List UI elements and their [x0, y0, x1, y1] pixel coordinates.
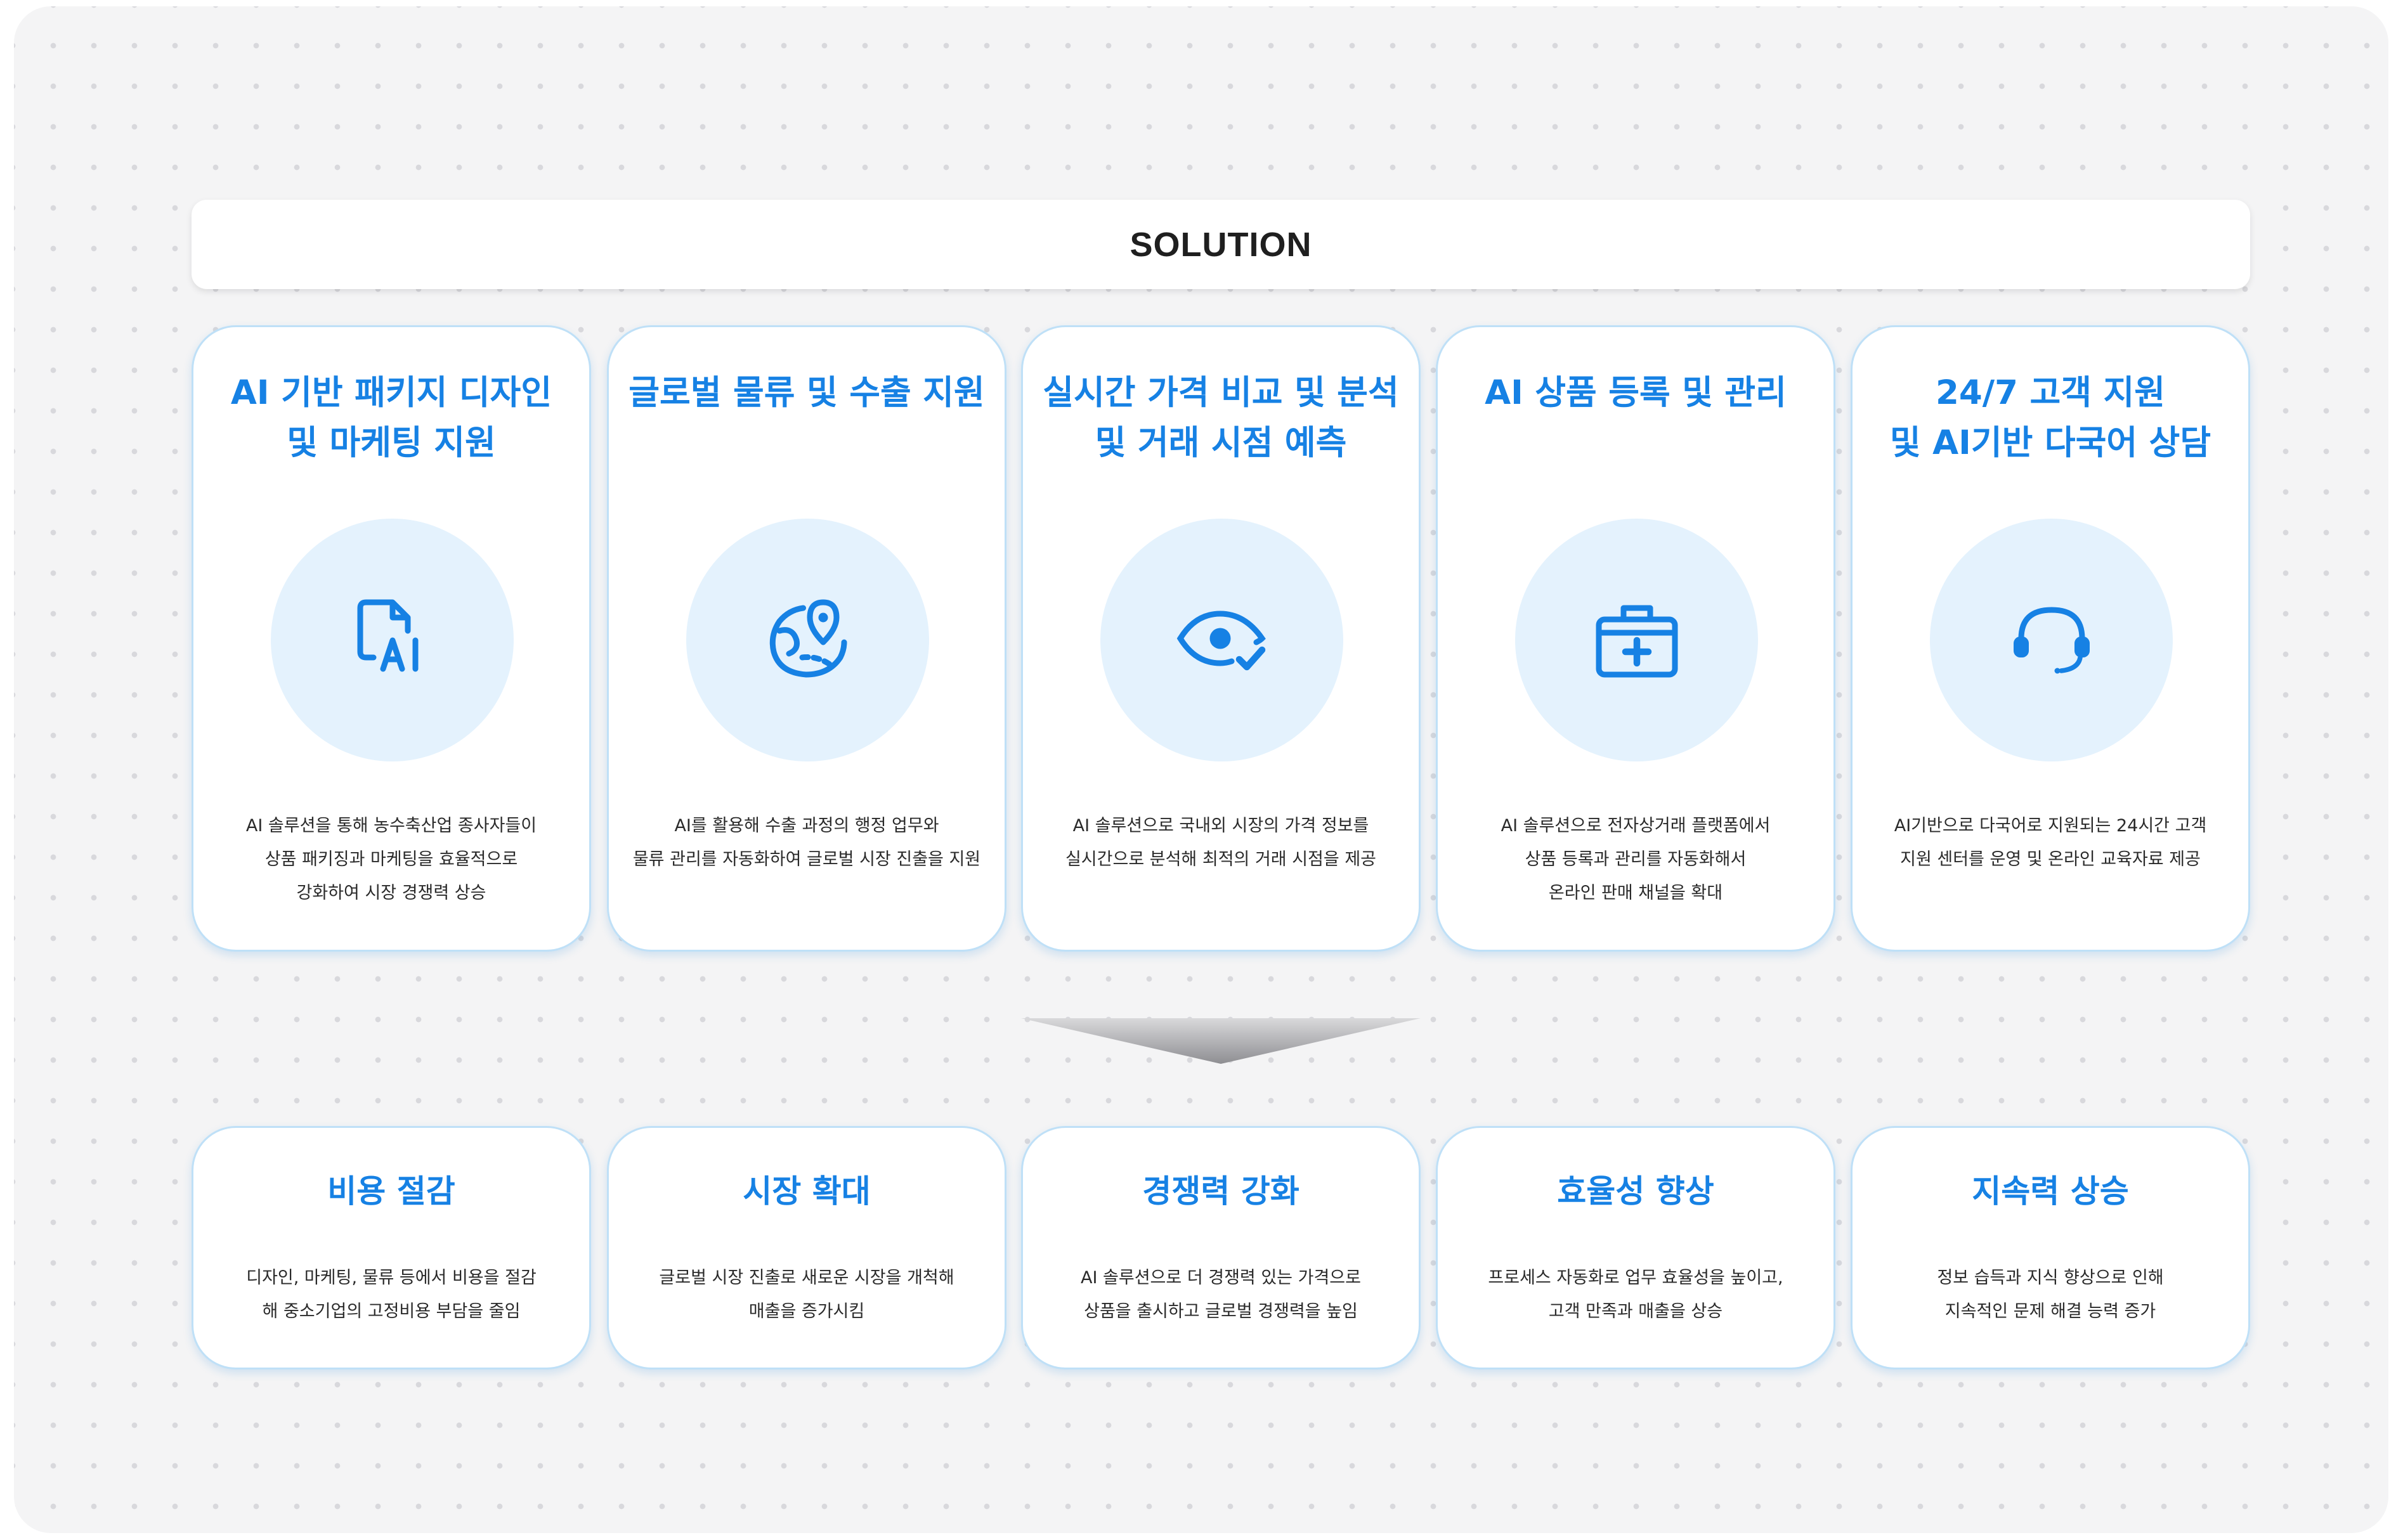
solution-card-ai-design: AI 기반 패키지 디자인 및 마케팅 지원 AI 솔루션을 통해 농수축산업 …: [192, 325, 591, 952]
benefit-card-description: 글로벌 시장 진출로 새로운 시장을 개척해 매출을 증가시킴: [659, 1268, 954, 1321]
headset-icon: [2013, 606, 2090, 673]
solution-card-title: AI 기반 패키지 디자인 및 마케팅 지원: [230, 373, 552, 462]
solution-card-description: AI 솔루션을 통해 농수축산업 종사자들이 상품 패키징과 마케팅을 효율적으…: [245, 816, 537, 903]
benefit-card-market-expansion: 시장 확대 글로벌 시장 진출로 새로운 시장을 개척해 매출을 증가시킴: [607, 1126, 1006, 1369]
icon-circle: [1515, 519, 1758, 761]
benefit-card-description: 디자인, 마케팅, 물류 등에서 비용을 절감 해 중소기업의 고정비용 부담을…: [246, 1268, 537, 1321]
ai-document-icon: [357, 599, 418, 671]
down-arrow-icon: [1021, 1018, 1421, 1064]
icon-circle: [686, 519, 929, 761]
medical-kit-icon: [1596, 605, 1677, 677]
solution-card-description: AI를 활용해 수출 과정의 행정 업무와 물류 관리를 자동화하여 글로벌 시…: [632, 816, 981, 869]
solution-card-description: AI 솔루션으로 전자상거래 플랫폼에서 상품 등록과 관리를 자동화해서 온라…: [1501, 816, 1771, 903]
icon-circle: [271, 519, 514, 761]
benefit-card-cost-reduction: 비용 절감 디자인, 마케팅, 물류 등에서 비용을 절감 해 중소기업의 고정…: [192, 1126, 591, 1369]
solution-card-title: AI 상품 등록 및 관리: [1485, 373, 1787, 412]
benefit-card-description: 정보 습득과 지식 향상으로 인해 지속적인 문제 해결 능력 증가: [1937, 1268, 2164, 1321]
solution-card-description: AI 솔루션으로 국내외 시장의 가격 정보를 실시간으로 분석해 최적의 거래…: [1065, 816, 1377, 869]
diagram-background: SOLUTION AI 기반 패키지 디자인 및 마케팅 지원 AI 솔루션을 …: [14, 6, 2388, 1533]
solution-card-logistics: 글로벌 물류 및 수출 지원 AI를 활용해 수출 과정의 행정 업무와 물류 …: [607, 325, 1006, 952]
benefit-card-description: AI 솔루션으로 더 경쟁력 있는 가격으로 상품을 출시하고 글로벌 경쟁력을…: [1081, 1268, 1361, 1321]
benefit-card-efficiency: 효율성 향상 프로세스 자동화로 업무 효율성을 높이고, 고객 만족과 매출을…: [1436, 1126, 1835, 1369]
icon-circle: [1930, 519, 2173, 761]
icon-circle: [1100, 519, 1343, 761]
solution-title: SOLUTION: [1130, 225, 1312, 264]
solution-card-title: 24/7 고객 지원 및 AI기반 다국어 상담: [1889, 373, 2211, 462]
benefit-card-title: 경쟁력 강화: [1142, 1173, 1299, 1210]
solution-card-customer-support: 24/7 고객 지원 및 AI기반 다국어 상담 AI기반으로 다국어로 지원되…: [1851, 325, 2250, 952]
benefit-card-title: 지속력 상승: [1972, 1173, 2129, 1210]
benefit-card-title: 비용 절감: [327, 1173, 455, 1210]
solution-card-title: 글로벌 물류 및 수출 지원: [628, 373, 985, 412]
solution-card-description: AI기반으로 다국어로 지원되는 24시간 고객 지원 센터를 운영 및 온라인…: [1894, 816, 2207, 869]
benefit-card-competitiveness: 경쟁력 강화 AI 솔루션으로 더 경쟁력 있는 가격으로 상품을 출시하고 글…: [1021, 1126, 1421, 1369]
benefit-card-description: 프로세스 자동화로 업무 효율성을 높이고, 고객 만족과 매출을 상승: [1488, 1268, 1783, 1321]
globe-location-icon: [769, 599, 847, 678]
benefit-card-sustainability: 지속력 상승 정보 습득과 지식 향상으로 인해 지속적인 문제 해결 능력 증…: [1851, 1126, 2250, 1369]
solution-card-price-analysis: 실시간 가격 비교 및 분석 및 거래 시점 예측 AI 솔루션으로 국내외 시…: [1021, 325, 1421, 952]
solution-card-title: 실시간 가격 비교 및 분석 및 거래 시점 예측: [1043, 373, 1399, 462]
benefit-card-title: 시장 확대: [743, 1173, 871, 1210]
benefit-card-title: 효율성 향상: [1557, 1173, 1714, 1210]
solution-card-product-registration: AI 상품 등록 및 관리 AI 솔루션으로 전자상거래 플랫폼에서 상품 등록…: [1436, 325, 1835, 952]
solution-header: SOLUTION: [192, 200, 2250, 289]
eye-check-icon: [1176, 610, 1266, 670]
